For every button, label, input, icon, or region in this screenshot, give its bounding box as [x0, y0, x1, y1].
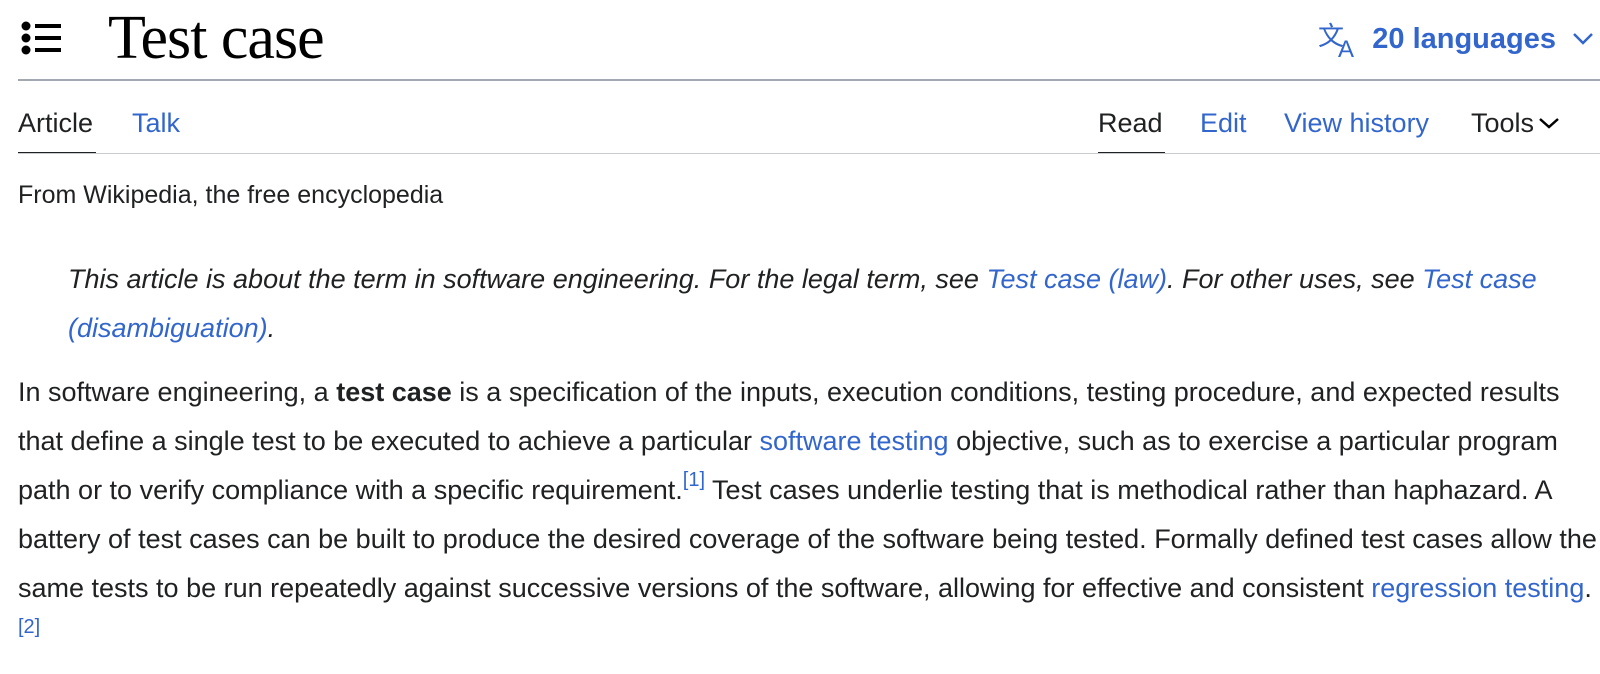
- hatnote-text: .: [267, 313, 276, 343]
- tools-label: Tools: [1471, 108, 1535, 138]
- svg-text:A: A: [1338, 36, 1354, 59]
- site-tagline: From Wikipedia, the free encyclopedia: [18, 181, 444, 209]
- paragraph-text: .: [1584, 573, 1592, 603]
- hatnote-text: This article is about the term in softwa…: [68, 264, 987, 294]
- test-case-law-link[interactable]: Test case (law): [986, 264, 1167, 294]
- list-bullet-icon: [21, 21, 61, 55]
- reference-1-link[interactable]: [1]: [683, 469, 705, 491]
- header-divider: [18, 79, 1600, 81]
- tools-menu-button[interactable]: Tools: [1471, 106, 1560, 140]
- chevron-down-icon: [1573, 33, 1593, 45]
- tab-article[interactable]: Article: [18, 106, 93, 140]
- reference-2-link[interactable]: [2]: [18, 616, 40, 638]
- tab-talk[interactable]: Talk: [132, 106, 180, 140]
- hatnote-text: . For other uses, see: [1167, 264, 1423, 294]
- regression-testing-link[interactable]: regression testing: [1371, 573, 1584, 603]
- page-tabs: Article Talk Read Edit View history Tool…: [0, 82, 1600, 157]
- tabs-divider: [18, 153, 1600, 154]
- paragraph-text: In software engineering, a: [18, 377, 337, 407]
- lead-paragraph: In software engineering, a test case is …: [18, 368, 1600, 662]
- bold-term: test case: [336, 377, 452, 407]
- languages-button[interactable]: 文 A 20 languages: [1318, 14, 1600, 64]
- tab-edit[interactable]: Edit: [1200, 106, 1247, 140]
- page-title-text: Test case: [108, 4, 325, 72]
- tab-read[interactable]: Read: [1098, 106, 1163, 140]
- page-header: Test case 文 A 20 languages: [0, 0, 1600, 82]
- chevron-down-icon: [1539, 118, 1559, 129]
- language-icon: 文 A: [1318, 22, 1354, 59]
- toc-toggle-button[interactable]: [18, 16, 66, 60]
- tab-view-history[interactable]: View history: [1284, 106, 1429, 140]
- page-title: Test case: [108, 2, 325, 76]
- software-testing-link[interactable]: software testing: [759, 426, 948, 456]
- hatnote: This article is about the term in softwa…: [68, 255, 1600, 353]
- languages-label: 20 languages: [1372, 22, 1556, 55]
